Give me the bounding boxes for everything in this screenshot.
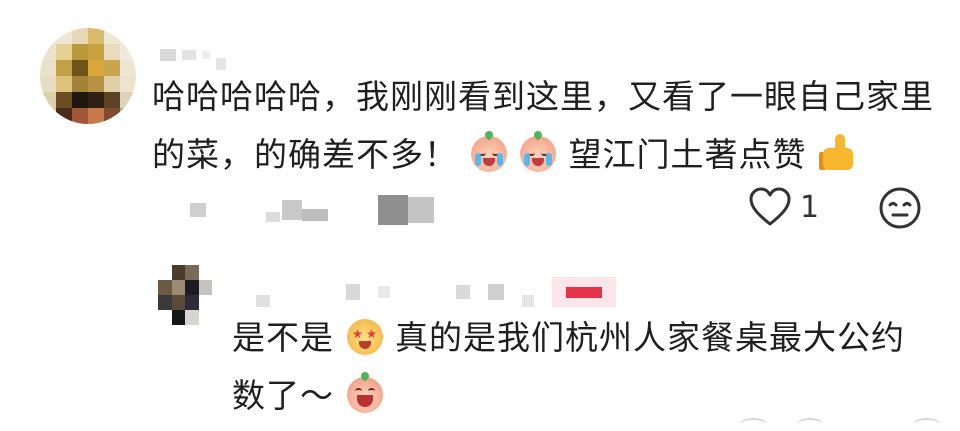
emoji-reply-icon[interactable] — [878, 186, 922, 230]
reply-link-blurred[interactable] — [378, 195, 408, 225]
like-count: 1 — [800, 190, 820, 225]
main-comment-text-part2: 望江门土著点赞 — [568, 135, 807, 174]
laughing-emoji-icon — [346, 377, 383, 413]
reply-text-part1: 是不是 — [232, 318, 334, 357]
author-badge — [552, 277, 616, 307]
commenter-name-blurred[interactable] — [160, 40, 226, 70]
heart-outline-icon[interactable] — [748, 186, 792, 228]
commenter-avatar[interactable] — [40, 28, 136, 124]
next-row-icons-cutoff — [740, 418, 941, 429]
comment-meta-blurred — [190, 195, 434, 225]
reply-comment-text: 是不是 真的是我们杭州人家餐桌最大公约数了～ — [232, 309, 932, 425]
replier-name-blurred[interactable] — [256, 277, 616, 307]
thumbs-up-emoji-icon — [819, 132, 859, 172]
dazzled-emoji-icon — [346, 319, 383, 355]
replier-avatar[interactable] — [158, 265, 212, 325]
main-comment-text: 哈哈哈哈哈，我刚刚看到这里，又看了一眼自己家里的菜，的确差不多！ 望江门土著点赞 — [152, 68, 942, 184]
cry-laugh-emoji-icon — [520, 136, 556, 172]
cry-laugh-emoji-icon — [470, 136, 507, 172]
